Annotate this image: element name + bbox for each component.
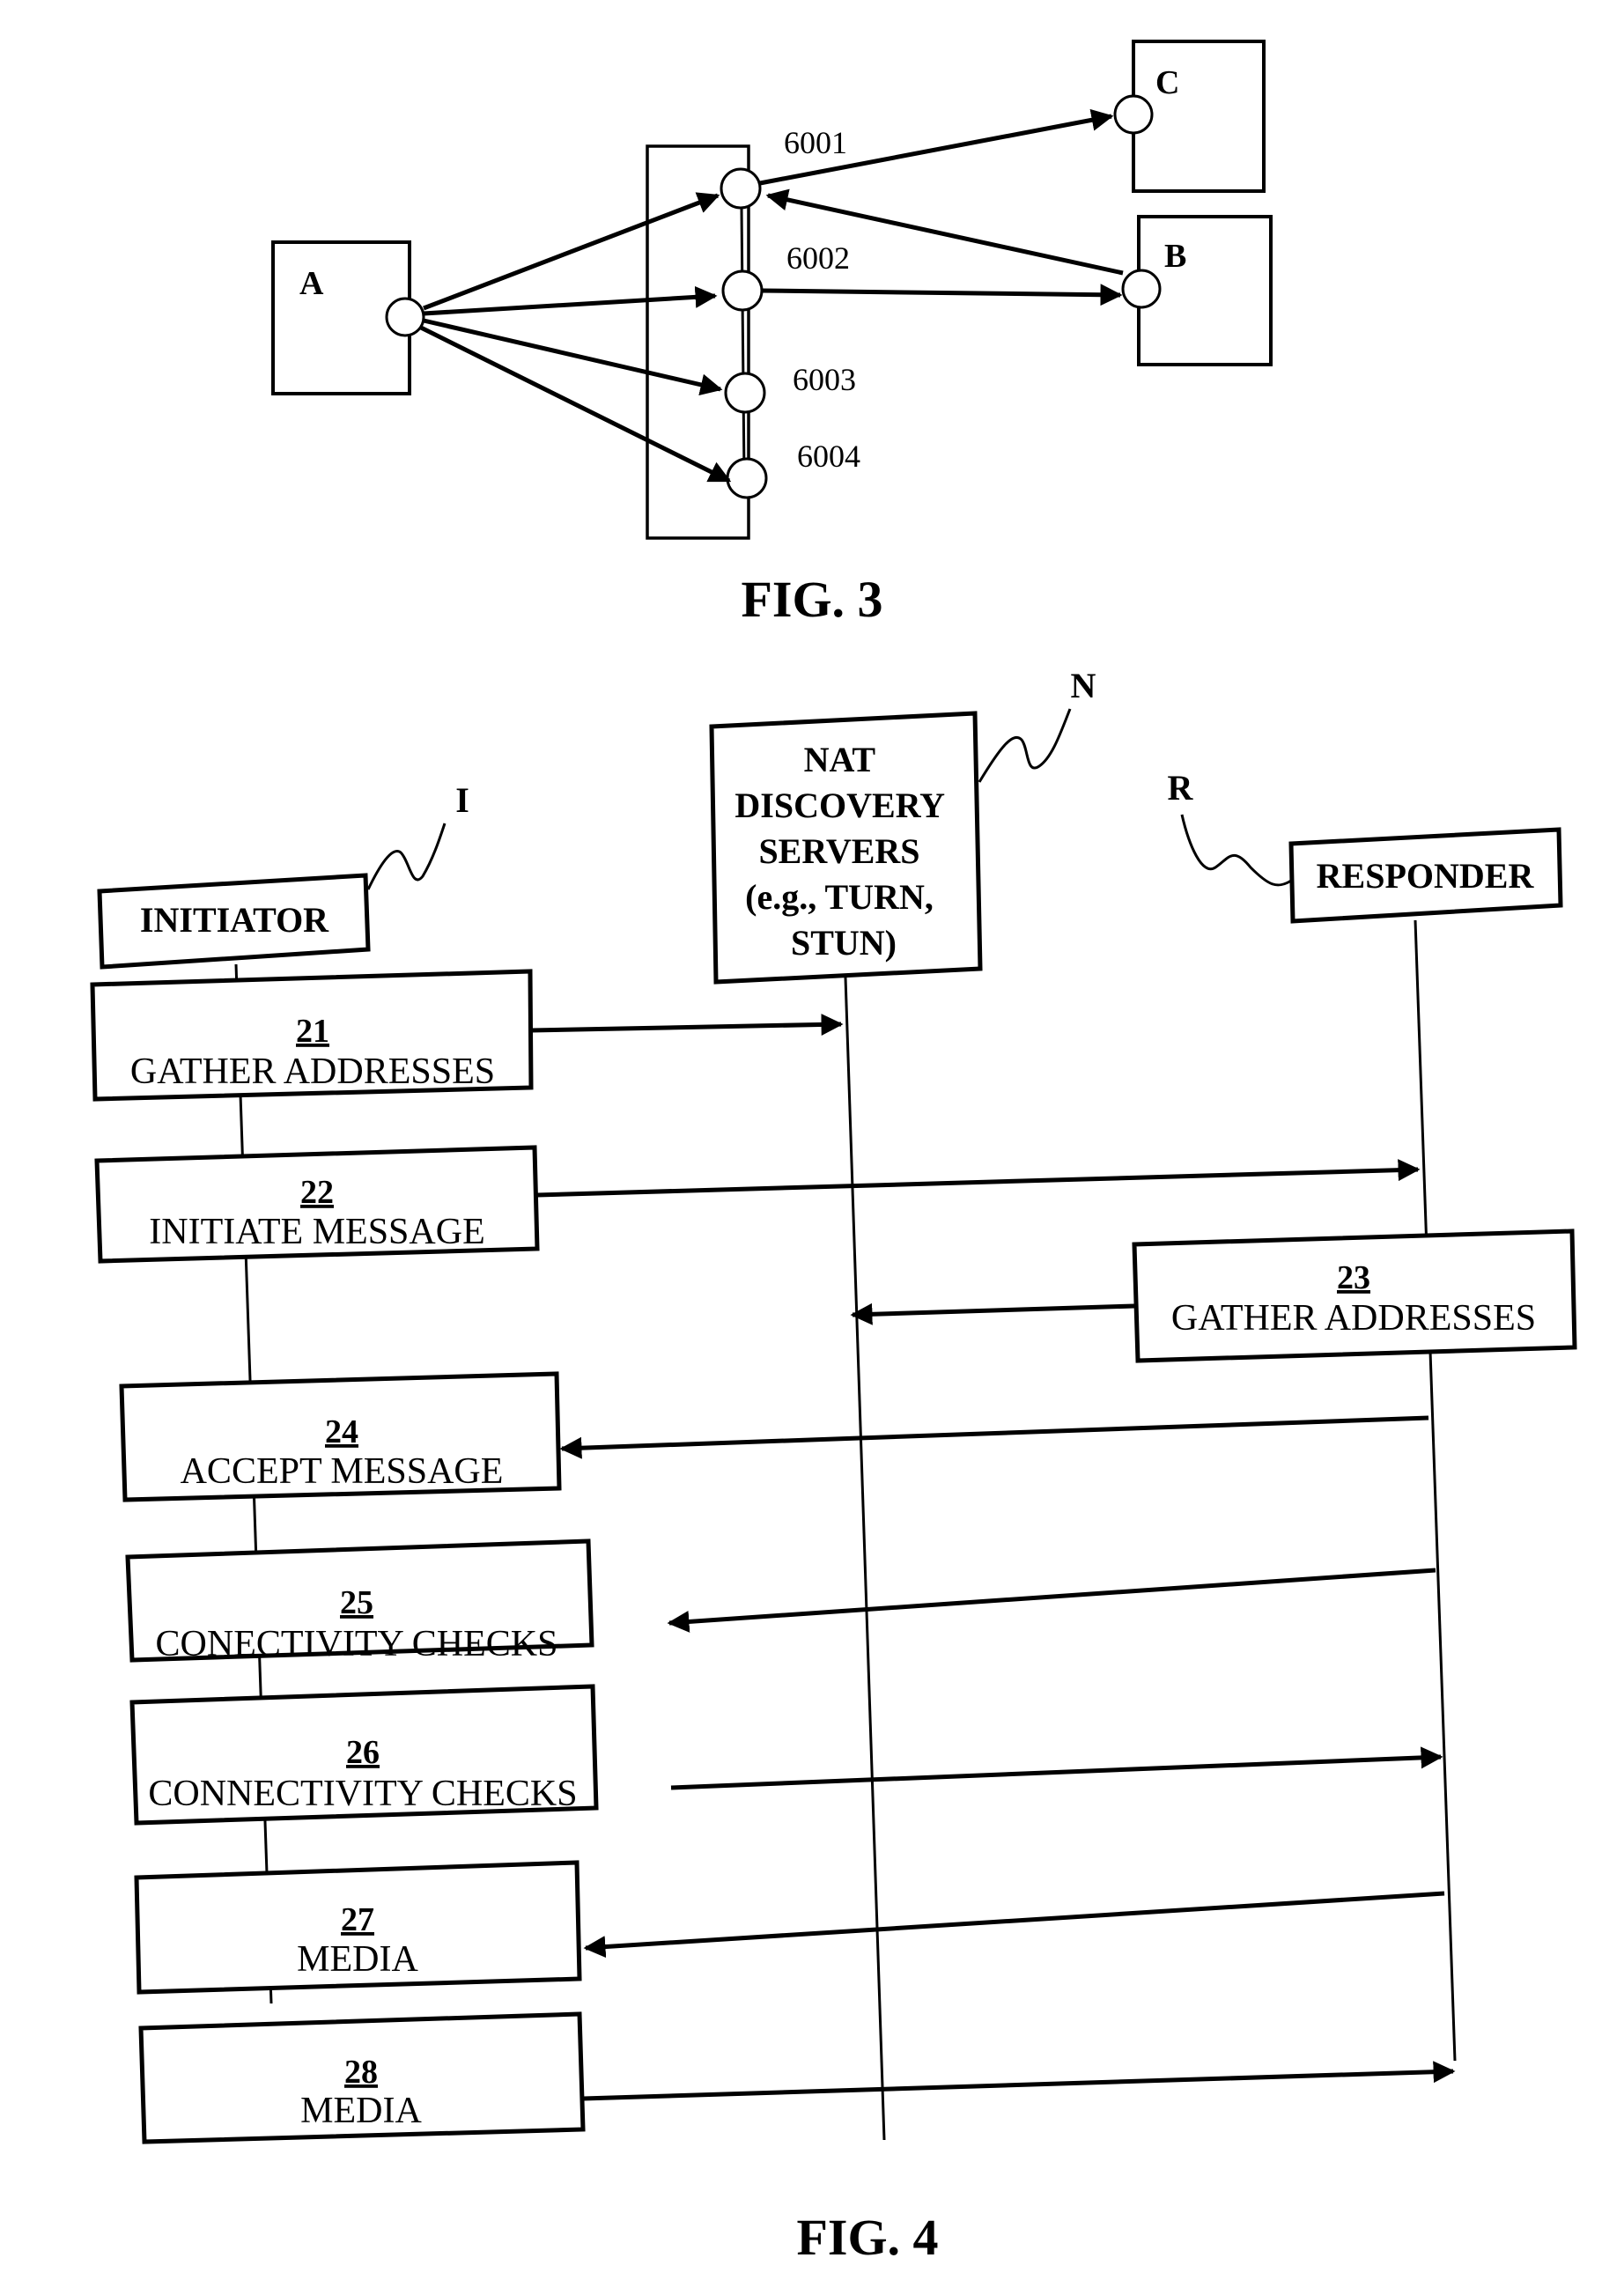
port-label-6001: 6001 (784, 125, 847, 160)
step-text: MEDIA (300, 2091, 422, 2131)
fig4-caption: FIG. 4 (796, 2209, 938, 2266)
node-c-port (1113, 94, 1154, 135)
step-26: 26 CONNECTIVITY CHECKS (129, 1684, 599, 1826)
step-text: ACCEPT MESSAGE (181, 1451, 504, 1492)
arrow-22-to-responder (536, 1159, 1421, 1198)
arrow-26-to-responder (670, 1746, 1443, 1790)
nat-line-4: (e.g., TURN, (745, 877, 934, 917)
step-24: 24 ACCEPT MESSAGE (119, 1371, 562, 1502)
arrow-23-to-nat (850, 1302, 1135, 1325)
leader-r-squiggle (1180, 814, 1292, 887)
nat-line-3: SERVERS (758, 831, 919, 871)
nat-servers-header: NAT DISCOVERY SERVERS (e.g., TURN, STUN) (709, 711, 983, 985)
node-a-label: A (299, 265, 324, 302)
nat-line-5: STUN) (791, 923, 897, 963)
step-number: 27 (341, 1901, 374, 1938)
step-text: GATHER ADDRESSES (1171, 1298, 1536, 1339)
port-6003 (724, 372, 766, 414)
nat-line-2: DISCOVERY (734, 786, 945, 825)
step-text: CONNECTIVITY CHECKS (148, 1774, 577, 1814)
step-number: 22 (300, 1174, 334, 1211)
arrow-28-to-responder (582, 2061, 1456, 2101)
nat-lifeline (844, 977, 886, 2141)
step-27: 27 MEDIA (134, 1860, 582, 1995)
responder-header: RESPONDER (1288, 827, 1563, 924)
node-b-label: B (1164, 238, 1186, 275)
arrow-21-to-nat (530, 1013, 844, 1036)
patent-figures: A 6001 6002 6003 6004 C B FIG. 3 N I R I… (90, 40, 1577, 2266)
step-number: 23 (1337, 1259, 1370, 1296)
node-a-port (385, 297, 425, 337)
ref-n: N (1071, 666, 1096, 705)
port-6002 (721, 269, 764, 312)
step-21: 21 GATHER ADDRESSES (90, 969, 534, 1102)
port-6004 (726, 457, 768, 499)
leader-i-squiggle (366, 823, 447, 890)
arrow-6002-to-b (761, 284, 1123, 306)
ref-r: R (1168, 768, 1194, 808)
step-25: 25 CONECTIVITY CHECKS (125, 1538, 594, 1664)
fig3-caption: FIG. 3 (741, 571, 882, 628)
step-text: MEDIA (297, 1939, 418, 1980)
step-text: GATHER ADDRESSES (130, 1051, 495, 1092)
port-label-6002: 6002 (786, 240, 850, 276)
responder-label: RESPONDER (1317, 856, 1535, 896)
node-c-label: C (1155, 64, 1179, 101)
port-6001 (720, 167, 762, 210)
initiator-header: INITIATOR (97, 873, 371, 970)
step-text: CONECTIVITY CHECKS (156, 1624, 558, 1664)
step-number: 25 (340, 1584, 373, 1621)
step-number: 28 (344, 2054, 378, 2091)
nat-line-1: NAT (804, 740, 876, 779)
port-label-6003: 6003 (793, 362, 856, 397)
initiator-label: INITIATOR (140, 900, 329, 940)
step-number: 21 (296, 1013, 329, 1050)
step-22: 22 INITIATE MESSAGE (94, 1145, 540, 1264)
port-label-6004: 6004 (797, 439, 860, 474)
step-number: 24 (325, 1413, 358, 1450)
step-23: 23 GATHER ADDRESSES (1132, 1229, 1577, 1363)
arrow-responder-to-27 (583, 1891, 1445, 1959)
fig4: N I R INITIATOR NAT DISCOVERY SERVERS (e… (90, 666, 1577, 2266)
arrow-responder-to-25 (667, 1568, 1436, 1633)
responder-lifeline (1414, 919, 1457, 2062)
step-28: 28 MEDIA (138, 2011, 586, 2144)
node-b-port (1121, 269, 1162, 309)
leader-n-squiggle (978, 708, 1072, 783)
fig3: A 6001 6002 6003 6004 C B FIG. 3 (271, 40, 1273, 628)
step-text: INITIATE MESSAGE (149, 1212, 484, 1252)
arrow-responder-to-24 (559, 1415, 1429, 1459)
step-number: 26 (346, 1734, 380, 1771)
ref-i: I (455, 780, 469, 820)
